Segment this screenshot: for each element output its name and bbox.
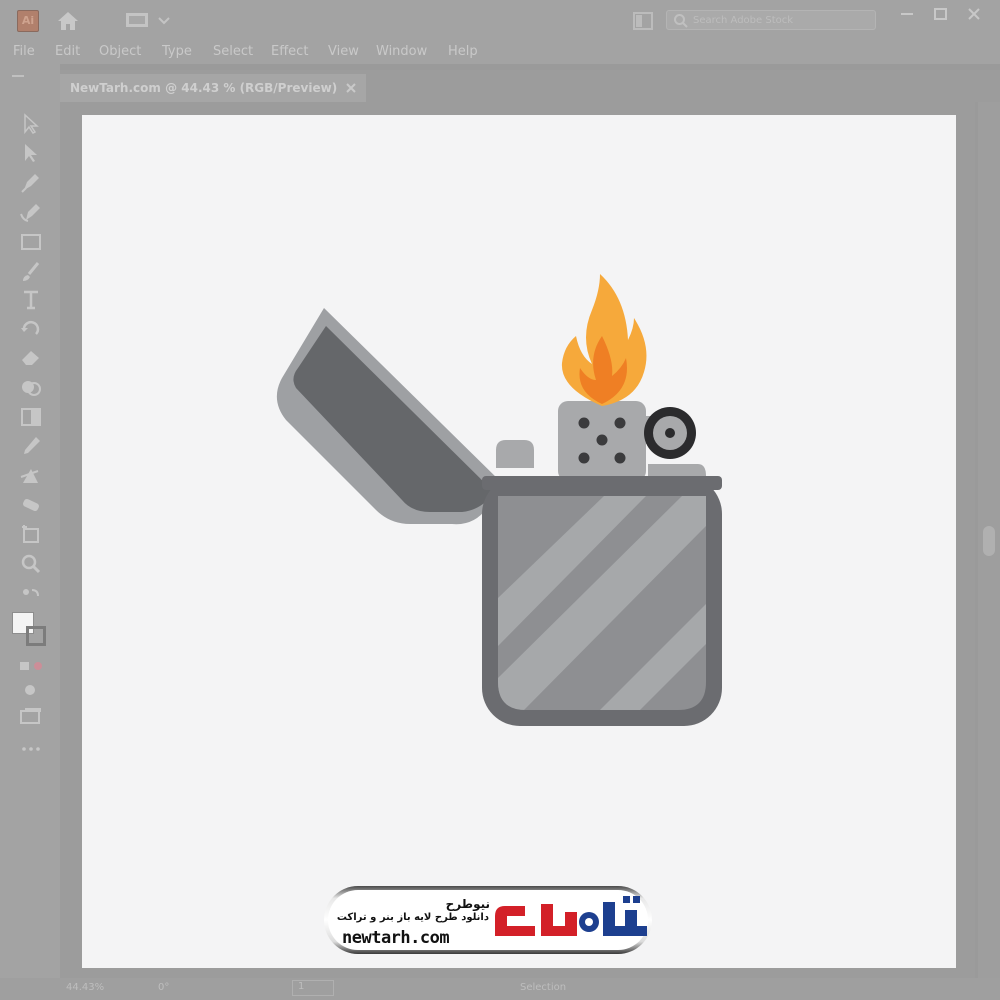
watermark-fa-title: نیوطرح [445, 897, 490, 911]
direct-selection-tool[interactable] [18, 141, 44, 165]
menu-file[interactable]: File [13, 44, 35, 59]
paintbrush-tool[interactable] [18, 260, 44, 284]
maximize-button[interactable] [931, 6, 951, 22]
workspace-icon [126, 13, 170, 27]
newtarh-brand-logo [495, 896, 647, 936]
lighter-insert-back [496, 440, 534, 468]
document-tab-close-button[interactable] [343, 80, 359, 96]
rotate-icon [21, 320, 40, 335]
artboard-tool[interactable] [18, 522, 44, 546]
blend-tool[interactable] [18, 463, 44, 487]
type-tool[interactable] [18, 288, 44, 312]
home-button[interactable] [55, 9, 81, 33]
curvature-pen-icon [20, 204, 40, 222]
status-bar: 44.43% 0° 1 Selection [0, 978, 1000, 1000]
watermark-url: newtarh.com [342, 928, 450, 948]
panel-grip-icon[interactable] [12, 74, 24, 78]
menu-help[interactable]: Help [448, 44, 478, 59]
screen-mode-button[interactable] [18, 704, 44, 728]
eyedropper-tool[interactable] [18, 434, 44, 458]
close-button[interactable] [964, 6, 984, 22]
rotation-angle[interactable]: 0° [158, 982, 169, 993]
curvature-tool[interactable] [18, 200, 44, 224]
draw-mode-button[interactable] [18, 678, 44, 702]
artboard-icon [22, 525, 39, 543]
gradient-icon [21, 408, 41, 426]
newtarh-watermark: نیوطرح دانلود طرح لایه باز بنر و تراکت n… [324, 886, 652, 954]
color-mode-buttons[interactable] [18, 654, 44, 678]
selection-arrow-icon [24, 113, 39, 135]
eraser-tool[interactable] [18, 345, 44, 369]
pen-icon [21, 174, 39, 193]
arrange-documents-button[interactable] [632, 11, 654, 31]
rectangle-icon [21, 234, 41, 250]
zoom-icon [21, 554, 41, 574]
pen-tool[interactable] [18, 170, 44, 194]
color-mode-icon [20, 662, 42, 670]
vertical-scrollbar-thumb[interactable] [983, 526, 995, 556]
workspace-switcher-button[interactable] [125, 11, 171, 29]
more-tools-icon[interactable] [20, 744, 42, 754]
document-tab-bar: NewTarh.com @ 44.43 % (RGB/Preview) [60, 70, 1000, 102]
direct-selection-icon [25, 144, 37, 162]
search-icon [674, 14, 688, 28]
shape-builder-tool[interactable] [18, 375, 44, 399]
draw-mode-icon [25, 685, 35, 695]
tools-panel [0, 64, 60, 980]
paintbrush-icon [23, 262, 40, 281]
illustrator-logo: Ai [17, 10, 39, 32]
document-tab[interactable]: NewTarh.com @ 44.43 % (RGB/Preview) [60, 74, 366, 102]
type-tool-icon [24, 290, 38, 310]
eyedropper-icon [24, 437, 40, 454]
watermark-fa-subtitle: دانلود طرح لایه باز بنر و تراکت [336, 912, 489, 923]
symbol-sprayer-tool[interactable] [18, 492, 44, 516]
rotate-tool[interactable] [18, 316, 44, 340]
search-input[interactable] [693, 12, 869, 28]
menu-type[interactable]: Type [162, 44, 192, 59]
menu-object[interactable]: Object [99, 44, 141, 59]
zoom-level[interactable]: 44.43% [66, 982, 104, 993]
eraser-icon [22, 351, 39, 365]
stroke-color-swatch[interactable] [26, 626, 46, 646]
app-bar: Ai [0, 0, 1000, 40]
artboard-page-field[interactable]: 1 [292, 980, 334, 996]
screen-mode-icon [20, 708, 41, 724]
zoom-tool[interactable] [18, 552, 44, 576]
menu-edit[interactable]: Edit [55, 44, 80, 59]
minimize-button[interactable] [897, 6, 917, 22]
rectangle-tool[interactable] [18, 230, 44, 254]
current-tool-label: Selection [520, 982, 567, 993]
minimize-icon [901, 13, 913, 15]
swap-colors-icon [23, 589, 39, 597]
document-tab-title: NewTarh.com @ 44.43 % (RGB/Preview) [70, 81, 338, 95]
arrange-icon [633, 12, 653, 30]
menu-window[interactable]: Window [376, 44, 427, 59]
blend-icon [20, 469, 39, 483]
close-icon [968, 8, 980, 20]
sprayer-icon [23, 498, 39, 512]
swap-colors-button[interactable] [18, 584, 44, 608]
watermark-badge: نیوطرح دانلود طرح لایه باز بنر و تراکت n… [328, 890, 648, 950]
stock-search[interactable] [666, 10, 876, 30]
maximize-icon [934, 8, 947, 20]
close-icon [346, 83, 356, 93]
menu-effect[interactable]: Effect [271, 44, 308, 59]
menu-select[interactable]: Select [213, 44, 253, 59]
lighter-artwork[interactable] [262, 268, 742, 738]
home-icon [58, 12, 78, 30]
gradient-tool[interactable] [18, 405, 44, 429]
shape-builder-icon [22, 381, 41, 396]
menu-bar: File Edit Object Type Select Effect View… [0, 40, 1000, 64]
menu-view[interactable]: View [328, 44, 359, 59]
selection-tool[interactable] [18, 112, 44, 136]
